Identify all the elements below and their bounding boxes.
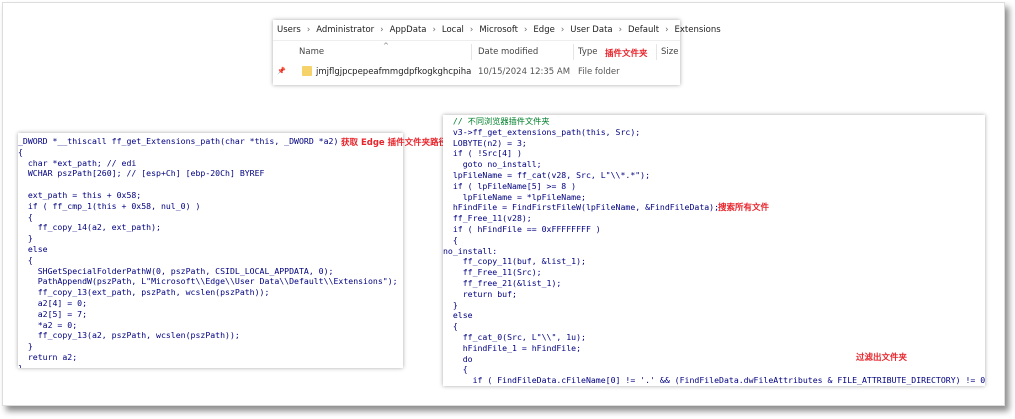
code-line: }	[18, 362, 23, 368]
code-line: PathAppendW(pszPath, L"Microsoft\\Edge\\…	[18, 276, 398, 287]
code-line: ff_copy_13(ext_path, pszPath, wcslen(psz…	[18, 287, 270, 298]
code-line: hFindFile = FindFirstFileW(lpFileName, &…	[443, 202, 720, 213]
code-line: {	[443, 234, 458, 245]
file-date: 10/15/2024 12:35 AM	[478, 67, 571, 77]
pseudocode-enumerate-extensions: // 不同浏览器插件文件夹 v3->ff_get_extensions_path…	[443, 115, 985, 386]
sort-up-icon: ^	[383, 42, 389, 50]
code-line: a2[4] = 0;	[18, 297, 88, 308]
column-name[interactable]: Name	[299, 47, 324, 57]
code-line: LOBYTE(n2) = 3;	[443, 137, 527, 148]
file-name: jmjflgjpcpepeafmmgdpfkogkghcpiha	[316, 67, 472, 77]
code-line: char *ext_path; // edi	[18, 157, 137, 168]
chevron-right-icon: ›	[469, 25, 474, 35]
breadcrumb: Users › Administrator › AppData › Local › Micros…	[273, 20, 721, 41]
breadcrumb-item[interactable]: Extensions	[674, 25, 720, 35]
code-line: }	[443, 299, 458, 310]
annotation-plugin-folder: 插件文件夹	[605, 49, 648, 59]
file-explorer-panel: Users › Administrator › AppData › Local › Micros…	[273, 20, 721, 85]
code-line: {	[18, 254, 33, 265]
column-type[interactable]: Type	[578, 47, 598, 57]
chevron-right-icon: ›	[432, 25, 436, 35]
file-row[interactable]: 📌 jmjflgjpcpepeafmmgdpfkogkghcpiha 10/15…	[273, 65, 680, 81]
code-line: goto no_install;	[443, 159, 542, 170]
chevron-right-icon: ›	[524, 25, 528, 35]
code-line: ff_copy_14(a2, ext_path);	[18, 222, 161, 233]
chevron-right-icon: ›	[560, 25, 565, 35]
code-line: if ( ff_cmp_1(this + 0x58, nul_0) )	[18, 200, 201, 211]
breadcrumb-item[interactable]: User Data	[570, 25, 612, 35]
annotation-get-edge-path: 获取 Edge 插件文件夹路径	[341, 138, 448, 148]
column-date-modified[interactable]: Date modified	[478, 47, 538, 57]
code-line: ff_free_21(&list_1);	[443, 277, 562, 288]
code-line: else	[443, 310, 473, 321]
code-line: if ( lpFileName[5] >= 8 )	[443, 180, 577, 191]
annotation-filter-folders: 过滤出文件夹	[856, 353, 908, 363]
breadcrumb-item[interactable]: Users	[277, 25, 301, 35]
pseudocode-get-extensions-path: _DWORD *__thiscall ff_get_Extensions_pat…	[18, 133, 403, 368]
code-line: ff_cat_0(Src, L"\\", 1u);	[443, 331, 586, 342]
code-line: ff_copy_11(buf, &list_1);	[443, 256, 586, 267]
code-line: no_install:	[443, 245, 498, 256]
code-line: if ( FindFileData.cFileName[0] != '.' &&…	[443, 375, 985, 386]
chevron-right-icon: ›	[618, 25, 623, 35]
code-line: if ( !Src[4] )	[443, 148, 522, 159]
code-line: ff_Free_11(v28);	[443, 213, 532, 224]
code-line: v3->ff_get_extensions_path(this, Src);	[443, 126, 641, 137]
code-line: {	[18, 211, 33, 222]
code-line: a2[5] = 7;	[18, 308, 88, 319]
code-line: }	[18, 341, 33, 352]
code-line: ff_Free_11(Src);	[443, 267, 542, 278]
breadcrumb-item[interactable]: Administrator	[316, 25, 374, 35]
code-line: *a2 = 0;	[18, 319, 78, 330]
code-line: // 不同浏览器插件文件夹	[443, 116, 550, 126]
breadcrumb-item[interactable]: Microsoft	[479, 25, 518, 35]
chevron-right-icon: ›	[665, 25, 669, 35]
code-line: lpFileName = ff_cat(v28, Src, L"\\*.*");	[443, 169, 651, 180]
folder-icon	[302, 66, 312, 76]
code-line: return a2;	[18, 351, 78, 362]
code-line: {	[18, 146, 23, 157]
code-line: WCHAR pszPath[260]; // [esp+Ch] [ebp-20C…	[18, 168, 265, 179]
column-headers: Name ^ Date modified Type 插件文件夹 Size	[273, 42, 680, 62]
code-line: else	[18, 243, 48, 254]
code-line: return buf;	[443, 288, 517, 299]
breadcrumb-item[interactable]: Default	[628, 25, 659, 35]
code-line: ff_copy_13(a2, pszPath, wcslen(pszPath))…	[18, 330, 240, 341]
breadcrumb-item[interactable]: AppData	[390, 25, 427, 35]
code-line: }	[18, 233, 33, 244]
pin-icon: 📌	[277, 67, 286, 75]
chevron-right-icon: ›	[306, 25, 311, 35]
file-type: File folder	[578, 67, 620, 77]
column-size[interactable]: Size	[661, 47, 678, 57]
code-line: {	[443, 364, 468, 375]
code-line: lpFileName = *lpFileName;	[443, 191, 586, 202]
chevron-right-icon: ›	[380, 25, 384, 35]
code-line: SHGetSpecialFolderPathW(0, pszPath, CSID…	[18, 265, 334, 276]
code-line: ext_path = this + 0x58;	[18, 189, 142, 200]
breadcrumb-item[interactable]: Local	[442, 25, 464, 35]
code-line: if ( hFindFile == 0xFFFFFFFF )	[443, 223, 601, 234]
annotation-search-all-files: 搜索所有文件	[718, 203, 770, 213]
code-line: {	[443, 321, 458, 332]
breadcrumb-item[interactable]: Edge	[533, 25, 554, 35]
